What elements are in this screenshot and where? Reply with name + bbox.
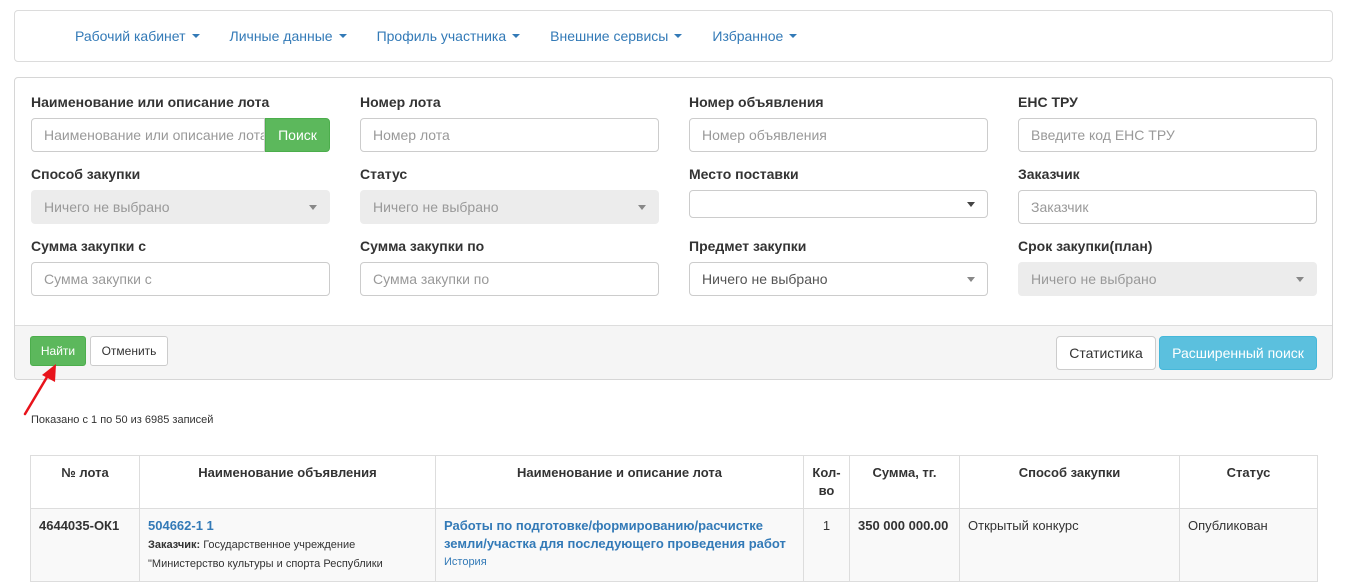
announcement-link[interactable]: 504662-1 1	[148, 518, 214, 533]
table-row: 4644035-ОК1 504662-1 1 Заказчик: Государ…	[30, 508, 1318, 582]
field-label: Заказчик	[1018, 166, 1080, 182]
customer-label: Заказчик:	[148, 539, 201, 551]
lot-description-link[interactable]: Работы по подготовке/формированию/расчис…	[444, 518, 786, 551]
customer-input[interactable]: Заказчик	[1018, 190, 1317, 224]
field-label: Наименование или описание лота	[31, 94, 270, 110]
cell-method: Открытый конкурс	[959, 508, 1180, 582]
nav-work-cabinet[interactable]: Рабочий кабинет	[60, 28, 215, 44]
filter-customer: Заказчик Заказчик	[1018, 164, 1317, 224]
filter-subject: Предмет закупки Ничего не выбрано	[689, 236, 988, 296]
status-select[interactable]: Ничего не выбрано	[360, 190, 659, 224]
field-label: Предмет закупки	[689, 238, 807, 254]
column-header: Сумма, тг.	[849, 455, 960, 509]
history-link[interactable]: История	[444, 553, 795, 571]
records-shown-text: Показано с 1 по 50 из 6985 записей	[31, 414, 214, 426]
caret-down-icon	[338, 34, 347, 38]
results-table: № лота Наименование объявления Наименова…	[30, 455, 1318, 582]
panel-footer: Найти Отменить Статистика Расширенный по…	[15, 325, 1332, 379]
select-value: Ничего не выбрано	[1031, 271, 1157, 287]
filter-lot-name: Наименование или описание лота Наименова…	[31, 92, 330, 152]
nav-personal-data[interactable]: Личные данные	[215, 28, 362, 44]
lot-number-input[interactable]: Номер лота	[360, 118, 659, 152]
column-header: Наименование и описание лота	[435, 455, 804, 509]
cell-sum: 350 000 000.00	[849, 508, 960, 582]
statistics-button[interactable]: Статистика	[1056, 336, 1156, 370]
field-label: Статус	[360, 166, 408, 182]
field-label: Номер объявления	[689, 94, 824, 110]
filter-amount-from: Сумма закупки с Сумма закупки с	[31, 236, 330, 296]
procurement-method-select[interactable]: Ничего не выбрано	[31, 190, 330, 224]
field-label: Срок закупки(план)	[1018, 238, 1153, 254]
field-label: Способ закупки	[31, 166, 141, 182]
nav-participant-profile[interactable]: Профиль участника	[362, 28, 536, 44]
caret-down-icon	[967, 276, 975, 282]
sum-value: 350 000 000.00	[858, 518, 949, 533]
column-header: Способ закупки	[959, 455, 1180, 509]
field-label: Место поставки	[689, 166, 799, 182]
advanced-search-button[interactable]: Расширенный поиск	[1159, 336, 1317, 370]
lot-number-value: 4644035-ОК1	[39, 518, 120, 533]
filter-ens-tru: ЕНС ТРУ Введите код ЕНС ТРУ	[1018, 92, 1317, 152]
filter-procurement-method: Способ закупки Ничего не выбрано	[31, 164, 330, 224]
column-header: Наименование объявления	[139, 455, 436, 509]
amount-from-input[interactable]: Сумма закупки с	[31, 262, 330, 296]
column-header: № лота	[30, 455, 140, 509]
nav-favorites[interactable]: Избранное	[697, 28, 812, 44]
select-value: Ничего не выбрано	[702, 271, 828, 287]
announcement-number-input[interactable]: Номер объявления	[689, 118, 988, 152]
cell-announcement: 504662-1 1 Заказчик: Государственное учр…	[139, 508, 436, 582]
cell-quantity: 1	[803, 508, 850, 582]
amount-to-input[interactable]: Сумма закупки по	[360, 262, 659, 296]
nav-label: Профиль участника	[376, 28, 507, 44]
ens-tru-input[interactable]: Введите код ЕНС ТРУ	[1018, 118, 1317, 152]
lot-name-input[interactable]: Наименование или описание лота	[31, 118, 265, 152]
caret-down-icon	[638, 204, 646, 210]
caret-down-icon	[1296, 276, 1304, 282]
select-value: Ничего не выбрано	[44, 199, 170, 215]
caret-down-icon	[674, 34, 683, 38]
search-button[interactable]: Поиск	[265, 118, 330, 152]
nav-label: Рабочий кабинет	[75, 28, 186, 44]
table-header-row: № лота Наименование объявления Наименова…	[30, 455, 1318, 509]
field-label: Сумма закупки по	[360, 238, 485, 254]
caret-down-icon	[967, 201, 975, 207]
cell-lot-description: Работы по подготовке/формированию/расчис…	[435, 508, 804, 582]
caret-down-icon	[191, 34, 200, 38]
term-select[interactable]: Ничего не выбрано	[1018, 262, 1317, 296]
delivery-place-select[interactable]	[689, 190, 988, 218]
filter-amount-to: Сумма закупки по Сумма закупки по	[360, 236, 659, 296]
field-label: Сумма закупки с	[31, 238, 147, 254]
red-arrow-icon	[23, 364, 56, 416]
filter-lot-number: Номер лота Номер лота	[360, 92, 659, 152]
lot-name-input-group: Наименование или описание лота Поиск	[31, 118, 330, 152]
column-header: Кол-во	[803, 455, 850, 509]
field-label: Номер лота	[360, 94, 441, 110]
nav-label: Личные данные	[229, 28, 333, 44]
nav-external-services[interactable]: Внешние сервисы	[535, 28, 697, 44]
search-filter-panel: Наименование или описание лота Наименова…	[14, 77, 1333, 380]
cell-status: Опубликован	[1179, 508, 1318, 582]
nav-label: Внешние сервисы	[550, 28, 669, 44]
cell-lot-number: 4644035-ОК1	[30, 508, 140, 582]
subject-select[interactable]: Ничего не выбрано	[689, 262, 988, 296]
nav-label: Избранное	[712, 28, 784, 44]
field-label: ЕНС ТРУ	[1018, 94, 1078, 110]
filter-term: Срок закупки(план) Ничего не выбрано	[1018, 236, 1317, 296]
filter-announcement-number: Номер объявления Номер объявления	[689, 92, 988, 152]
caret-down-icon	[512, 34, 521, 38]
filter-delivery-place: Место поставки	[689, 164, 988, 218]
column-header: Статус	[1179, 455, 1318, 509]
top-nav: Рабочий кабинет Личные данные Профиль уч…	[14, 10, 1333, 62]
cancel-button[interactable]: Отменить	[90, 336, 168, 366]
filter-status: Статус Ничего не выбрано	[360, 164, 659, 224]
caret-down-icon	[789, 34, 798, 38]
select-value: Ничего не выбрано	[373, 199, 499, 215]
caret-down-icon	[309, 204, 317, 210]
